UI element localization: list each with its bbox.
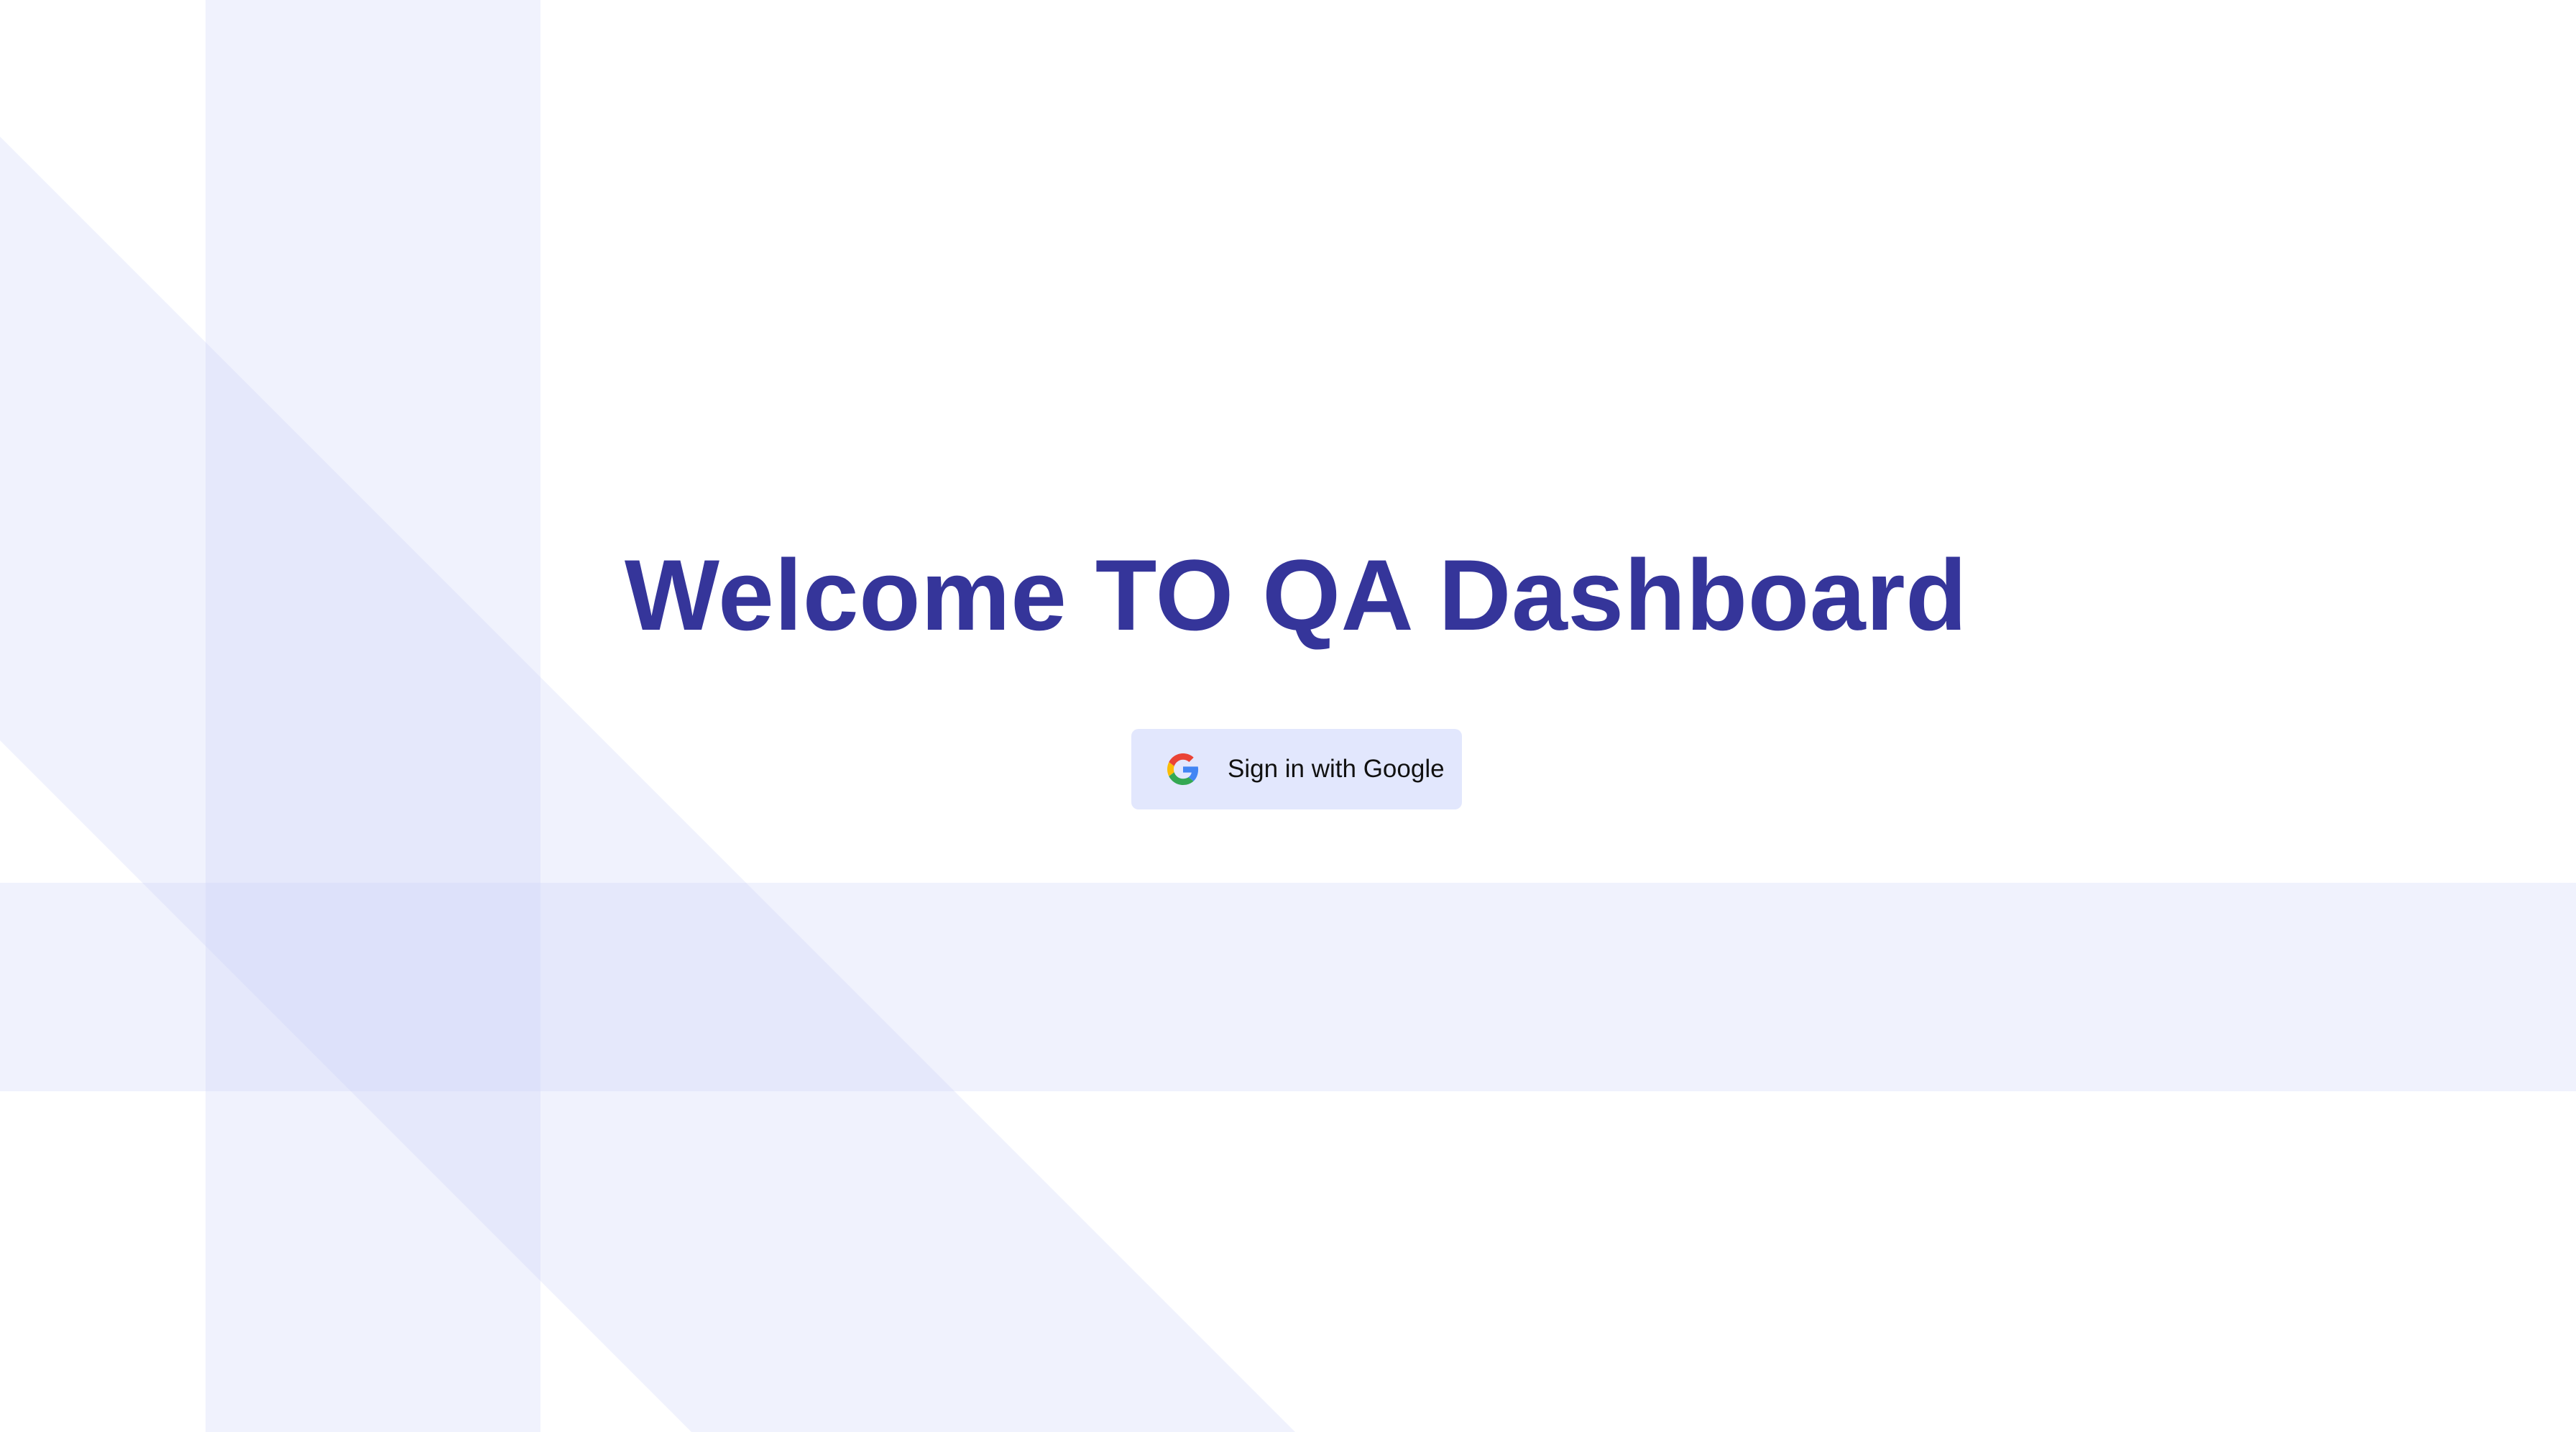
- google-signin-label: Sign in with Google: [1228, 755, 1445, 783]
- login-page: Welcome TO QA Dashboard Sign in with Goo…: [0, 0, 2576, 1432]
- welcome-panel: Welcome TO QA Dashboard Sign in with Goo…: [0, 0, 2576, 1432]
- page-title: Welcome TO QA Dashboard: [624, 538, 1968, 651]
- google-signin-button[interactable]: Sign in with Google: [1131, 729, 1462, 809]
- google-logo-icon: [1167, 753, 1199, 785]
